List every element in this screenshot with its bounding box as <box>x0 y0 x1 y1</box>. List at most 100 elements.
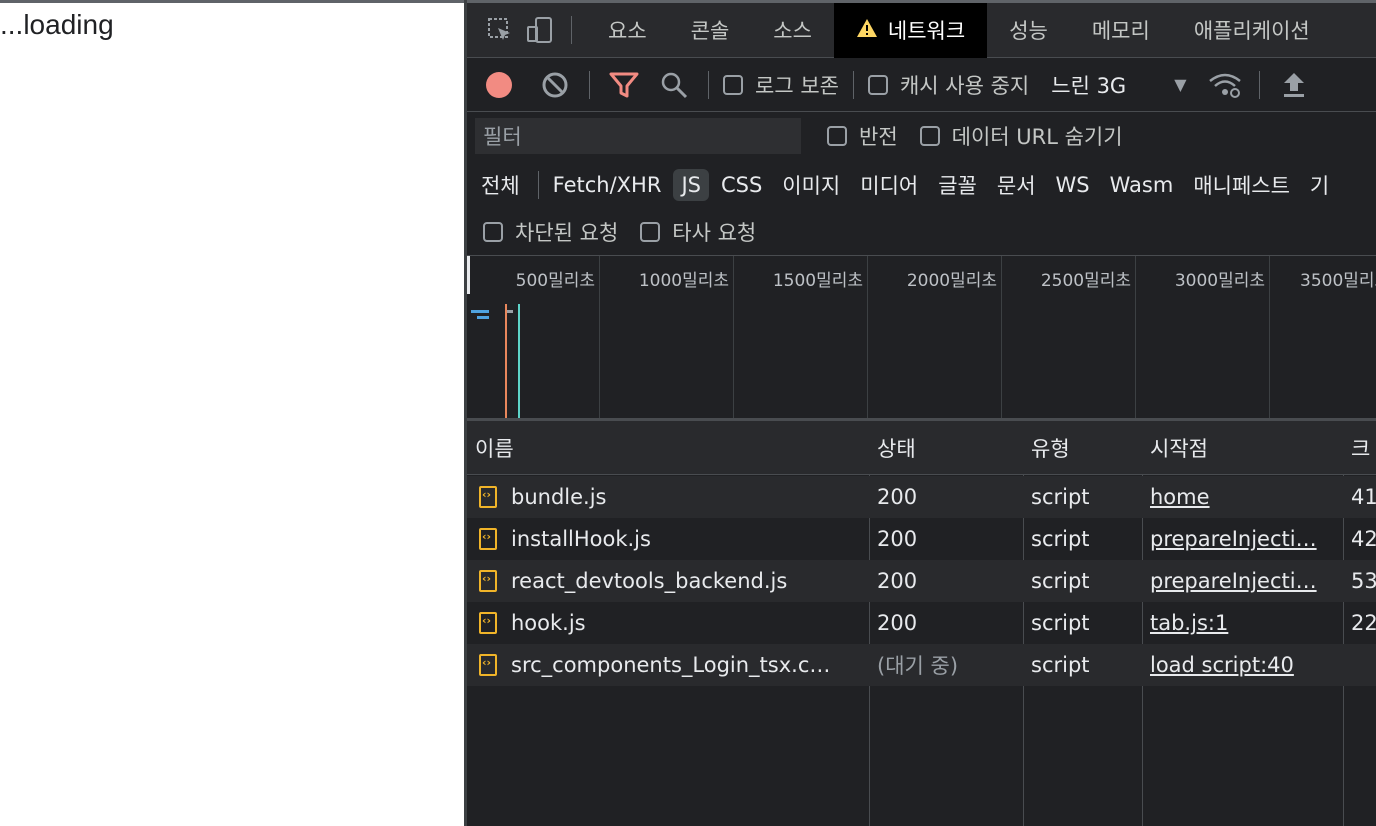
filter-icon[interactable] <box>604 65 644 105</box>
size-cell: 41 <box>1351 485 1376 509</box>
network-overview-timeline[interactable]: 500밀리초 1000밀리초 1500밀리초 2000밀리초 2500밀리초 3… <box>467 256 1376 421</box>
table-header: 이름 상태 유형 시작점 크 <box>467 421 1376 475</box>
table-row[interactable]: src_components_Login_tsx.c… (대기 중) scrip… <box>467 644 1376 686</box>
timeline-tick: 2500밀리초 <box>1002 256 1136 418</box>
device-toolbar-icon[interactable] <box>523 13 557 47</box>
search-icon[interactable] <box>654 65 694 105</box>
size-cell: 42 <box>1351 527 1376 551</box>
divider <box>708 70 709 99</box>
resource-type-filters: 전체 Fetch/XHR JS CSS 이미지 미디어 글꼴 문서 WS Was… <box>467 161 1376 209</box>
network-toolbar: 로그 보존 캐시 사용 중지 느린 3G ▼ <box>467 58 1376 112</box>
invert-checkbox[interactable]: 반전 <box>827 121 898 151</box>
size-cell <box>1343 644 1376 686</box>
type-img[interactable]: 이미지 <box>774 166 848 204</box>
type-font[interactable]: 글꼴 <box>930 166 985 204</box>
type-manifest[interactable]: 매니페스트 <box>1185 166 1298 204</box>
column-header-size[interactable]: 크 <box>1343 421 1376 474</box>
initiator-link[interactable]: prepareInjecti… <box>1150 527 1317 551</box>
timeline-bar <box>477 316 489 319</box>
initiator-cell[interactable]: home <box>1142 476 1343 518</box>
checkbox-box[interactable] <box>919 126 940 146</box>
disable-cache-label: 캐시 사용 중지 <box>899 73 1030 98</box>
initiator-cell[interactable]: tab.js:1 <box>1142 602 1343 644</box>
inspect-element-icon[interactable] <box>483 13 517 47</box>
type-all[interactable]: 전체 <box>473 166 528 204</box>
divider <box>852 70 854 99</box>
status-cell: 200 <box>877 569 918 593</box>
js-file-icon <box>479 570 497 592</box>
tab-network[interactable]: 네트워크 <box>833 2 988 58</box>
filter-row: 필터 반전 데이터 URL 숨기기 <box>467 111 1376 161</box>
table-row[interactable]: react_devtools_backend.js 200 script pre… <box>467 560 1376 602</box>
type-cell: script <box>1031 569 1090 593</box>
hide-data-urls-label: 데이터 URL 숨기기 <box>951 125 1123 149</box>
timeline-tick: 3500밀리초 <box>1300 271 1376 291</box>
tab-application[interactable]: 애플리케이션 <box>1172 3 1332 58</box>
filter-input[interactable]: 필터 <box>475 118 801 154</box>
type-doc[interactable]: 문서 <box>989 166 1044 204</box>
network-conditions-icon[interactable] <box>1205 65 1245 105</box>
tab-elements[interactable]: 요소 <box>586 3 669 58</box>
tab-sources[interactable]: 소스 <box>751 3 834 58</box>
request-name-cell: installHook.js <box>467 518 869 560</box>
initiator-link[interactable]: load script:40 <box>1150 653 1294 677</box>
initiator-link[interactable]: tab.js:1 <box>1150 611 1228 635</box>
timeline-tick: 3000밀리초 <box>1136 256 1270 418</box>
checkbox-box[interactable] <box>723 74 743 95</box>
initiator-cell[interactable]: load script:40 <box>1142 644 1343 686</box>
column-header-status[interactable]: 상태 <box>869 421 1023 474</box>
checkbox-box[interactable] <box>640 222 661 242</box>
dom-content-loaded-line <box>505 304 507 418</box>
type-js[interactable]: JS <box>673 169 709 201</box>
request-name-cell: react_devtools_backend.js <box>467 560 869 602</box>
timeline-bar <box>471 310 489 313</box>
blocked-requests-checkbox[interactable]: 차단된 요청 <box>483 217 618 247</box>
tab-memory[interactable]: 메모리 <box>1070 3 1172 58</box>
type-fetch-xhr[interactable]: Fetch/XHR <box>545 169 670 201</box>
type-media[interactable]: 미디어 <box>852 166 926 204</box>
third-party-checkbox[interactable]: 타사 요청 <box>640 217 756 247</box>
disable-cache-checkbox[interactable]: 캐시 사용 중지 <box>867 70 1030 100</box>
js-file-icon <box>479 528 497 550</box>
timeline-tick: 1000밀리초 <box>600 256 734 418</box>
type-ws[interactable]: WS <box>1048 169 1098 201</box>
throttling-select[interactable]: 느린 3G ▼ <box>1051 70 1186 100</box>
divider <box>571 16 572 44</box>
initiator-cell[interactable]: prepareInjecti… <box>1142 518 1343 560</box>
web-page: ...loading <box>0 0 464 826</box>
type-wasm[interactable]: Wasm <box>1102 169 1182 201</box>
table-row[interactable]: hook.js 200 script tab.js:1 22 <box>467 602 1376 644</box>
loading-text: ...loading <box>0 9 114 40</box>
type-css[interactable]: CSS <box>713 169 770 201</box>
divider <box>589 70 590 99</box>
initiator-cell[interactable]: prepareInjecti… <box>1142 560 1343 602</box>
initiator-link[interactable]: prepareInjecti… <box>1150 569 1317 593</box>
clear-icon[interactable] <box>535 65 575 105</box>
hide-data-urls-checkbox[interactable]: 데이터 URL 숨기기 <box>919 121 1123 151</box>
request-name: hook.js <box>511 611 586 635</box>
column-header-name[interactable]: 이름 <box>467 421 869 474</box>
table-row[interactable]: bundle.js 200 script home 41 <box>467 476 1376 518</box>
checkbox-box[interactable] <box>483 222 503 242</box>
initiator-link[interactable]: home <box>1150 485 1210 509</box>
table-row[interactable]: installHook.js 200 script prepareInjecti… <box>467 518 1376 560</box>
tab-console[interactable]: 콘솔 <box>669 3 752 58</box>
type-other[interactable]: 기 <box>1302 166 1337 204</box>
type-cell: script <box>1031 485 1090 509</box>
checkbox-box[interactable] <box>827 126 847 146</box>
checkbox-box[interactable] <box>867 74 888 95</box>
type-cell: script <box>1031 653 1090 677</box>
column-header-initiator[interactable]: 시작점 <box>1142 421 1343 474</box>
import-har-icon[interactable] <box>1274 65 1314 105</box>
preserve-log-checkbox[interactable]: 로그 보존 <box>723 70 839 100</box>
column-header-type[interactable]: 유형 <box>1023 421 1142 474</box>
js-file-icon <box>479 612 497 634</box>
blocked-requests-label: 차단된 요청 <box>515 221 619 245</box>
size-cell: 22 <box>1351 611 1376 635</box>
preserve-log-label: 로그 보존 <box>755 73 839 98</box>
record-button[interactable] <box>479 65 519 105</box>
tab-performance[interactable]: 성능 <box>987 3 1070 58</box>
timeline-tick: 500밀리초 <box>467 256 600 418</box>
divider <box>537 171 539 199</box>
js-file-icon <box>479 486 497 508</box>
